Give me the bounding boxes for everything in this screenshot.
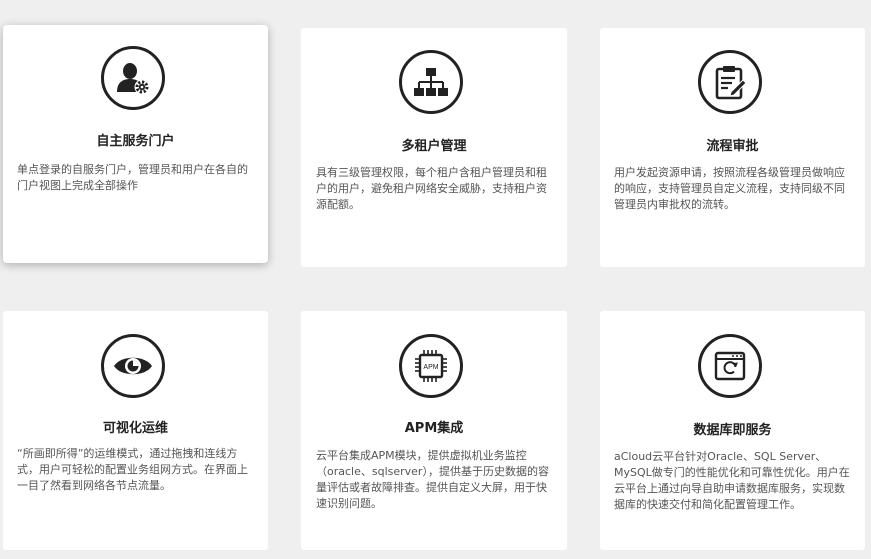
card-description: “所画即所得”的运维模式，通过拖拽和连线方式，用户可轻松的配置业务组网方式。在界…	[17, 447, 248, 492]
feature-card-visual-ops[interactable]: 可视化运维 “所画即所得”的运维模式，通过拖拽和连线方式，用户可轻松的配置业务组…	[3, 311, 268, 550]
card-description: 云平台集成APM模块，提供虚拟机业务监控（oracle、sqlserver），提…	[316, 449, 549, 510]
card-title: 多租户管理	[401, 139, 467, 154]
eye-icon	[101, 334, 165, 398]
card-description: aCloud云平台针对Oracle、SQL Server、MySQL做专门的性能…	[614, 450, 850, 511]
card-title: 数据库即服务	[693, 423, 772, 438]
card-title: 自主服务门户	[96, 134, 175, 149]
database-window-refresh-icon	[698, 334, 762, 398]
card-title: 流程审批	[706, 139, 759, 154]
apm-chip-icon: APM	[399, 334, 463, 398]
card-description: 用户发起资源申请，按照流程各级管理员做响应的响应，支持管理员自定义流程，支持同级…	[614, 166, 845, 211]
clipboard-edit-icon	[698, 50, 762, 114]
card-title: APM集成	[404, 421, 464, 436]
card-description: 单点登录的自服务门户，管理员和用户在各自的门户视图上完成全部操作	[17, 163, 248, 192]
card-title: 可视化运维	[102, 421, 168, 436]
user-gear-icon	[101, 46, 165, 110]
feature-card-database-as-a-service[interactable]: 数据库即服务 aCloud云平台针对Oracle、SQL Server、MySQ…	[600, 311, 865, 550]
apm-chip-label: APM	[423, 364, 438, 371]
card-description: 具有三级管理权限，每个租户含租户管理员和租户的用户，避免租户网络安全威胁，支持租…	[316, 166, 547, 211]
feature-card-self-service-portal[interactable]: 自主服务门户 单点登录的自服务门户，管理员和用户在各自的门户视图上完成全部操作	[3, 25, 268, 263]
feature-card-multi-tenant[interactable]: 多租户管理 具有三级管理权限，每个租户含租户管理员和租户的用户，避免租户网络安全…	[301, 28, 567, 267]
feature-card-apm-integration[interactable]: APM APM集成 云平台集成APM模块，提供虚拟机业务监控（oracle、sq…	[301, 311, 567, 550]
org-hierarchy-icon	[399, 50, 463, 114]
feature-card-workflow-approval[interactable]: 流程审批 用户发起资源申请，按照流程各级管理员做响应的响应，支持管理员自定义流程…	[600, 28, 865, 267]
